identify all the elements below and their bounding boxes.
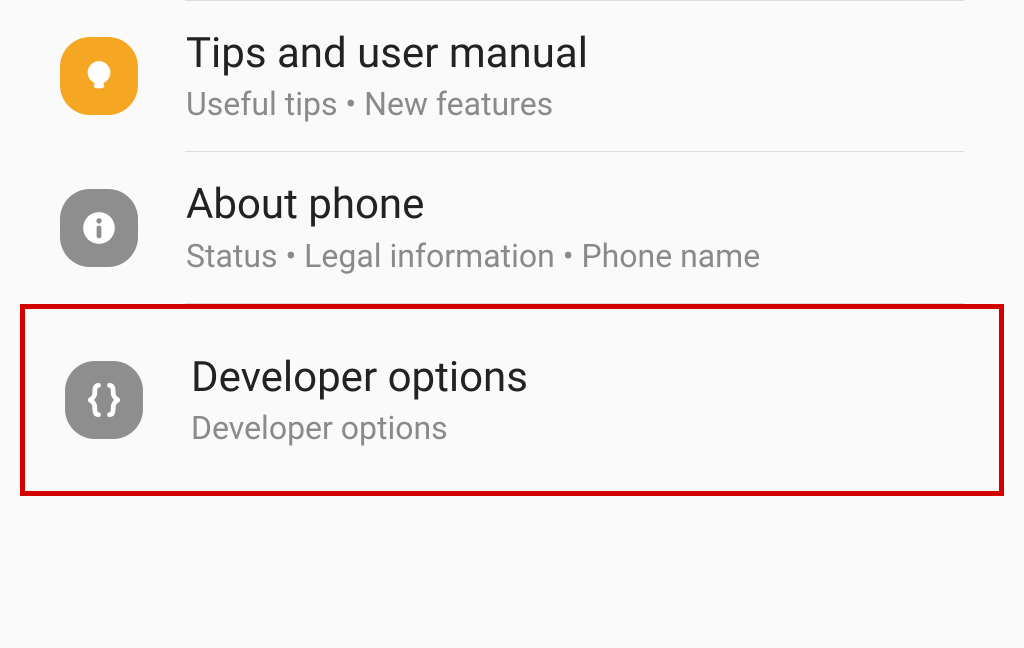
settings-list: Tips and user manual Useful tips • New f…: [0, 0, 1024, 496]
settings-item-title: Developer options: [191, 353, 528, 403]
settings-item-subtitle: Developer options: [191, 409, 528, 447]
settings-item-subtitle: Useful tips • New features: [186, 85, 588, 123]
settings-item-title: Tips and user manual: [186, 29, 588, 79]
settings-item-text: Developer options Developer options: [191, 353, 528, 447]
settings-item-text: Tips and user manual Useful tips • New f…: [186, 29, 588, 123]
settings-item-subtitle: Status • Legal information • Phone name: [186, 237, 760, 275]
lightbulb-icon: [60, 37, 138, 115]
info-icon: [60, 189, 138, 267]
settings-item-tips[interactable]: Tips and user manual Useful tips • New f…: [20, 1, 1004, 151]
braces-icon: [65, 361, 143, 439]
settings-item-text: About phone Status • Legal information •…: [186, 180, 760, 274]
settings-item-developer-options[interactable]: Developer options Developer options: [25, 317, 999, 483]
settings-item-title: About phone: [186, 180, 760, 230]
highlight-box: Developer options Developer options: [20, 304, 1004, 496]
settings-item-about-phone[interactable]: About phone Status • Legal information •…: [20, 152, 1004, 302]
